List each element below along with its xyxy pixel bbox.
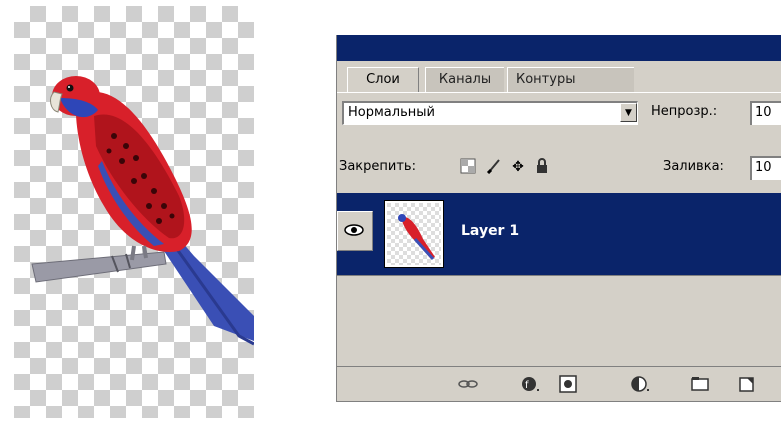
- panel-tabs: Слои Каналы Контуры: [337, 61, 781, 93]
- blend-mode-select[interactable]: Нормальный ▼: [342, 101, 638, 125]
- layer-row[interactable]: Layer 1: [337, 193, 781, 275]
- fill-input[interactable]: 10: [750, 156, 781, 180]
- layer-mask-icon[interactable]: [557, 373, 579, 395]
- transparent-canvas: [14, 6, 254, 418]
- layers-list: Layer 1: [337, 193, 781, 367]
- new-group-icon[interactable]: [689, 373, 711, 395]
- layers-panel: Слои Каналы Контуры Нормальный ▼ Непрозр…: [336, 35, 781, 402]
- opacity-label: Непрозр.:: [651, 104, 718, 119]
- tab-layers[interactable]: Слои: [347, 67, 419, 92]
- tab-divider: [337, 92, 781, 93]
- panel-bottom-toolbar: f: [337, 366, 781, 401]
- lock-all-icon[interactable]: [533, 158, 551, 176]
- lock-brush-icon[interactable]: [485, 158, 503, 176]
- tab-channels[interactable]: Каналы: [425, 67, 504, 92]
- adjustment-layer-icon[interactable]: [629, 373, 651, 395]
- link-layers-icon[interactable]: [457, 373, 479, 395]
- lock-transparent-icon[interactable]: [459, 158, 477, 176]
- lock-label: Закрепить:: [339, 159, 416, 174]
- blend-mode-value: Нормальный: [348, 105, 435, 120]
- svg-text:f: f: [525, 380, 529, 391]
- layers-divider: [337, 275, 781, 276]
- fill-label: Заливка:: [663, 159, 724, 174]
- layer-name[interactable]: Layer 1: [461, 223, 519, 239]
- blend-row: Нормальный ▼ Непрозр.: 10: [337, 101, 781, 127]
- visibility-eye-icon[interactable]: [337, 211, 373, 251]
- layer-style-icon[interactable]: f: [519, 373, 541, 395]
- layer-thumbnail[interactable]: [384, 200, 444, 268]
- chevron-down-icon[interactable]: ▼: [620, 103, 637, 122]
- parrot-image: [31, 76, 254, 346]
- lock-move-icon[interactable]: ✥: [509, 158, 527, 176]
- opacity-input[interactable]: 10: [750, 101, 781, 125]
- lock-row: Закрепить: ✥ Заливка: 10: [337, 156, 781, 180]
- tab-paths[interactable]: Контуры: [507, 67, 634, 92]
- new-layer-icon[interactable]: [735, 373, 757, 395]
- panel-titlebar[interactable]: [337, 35, 781, 61]
